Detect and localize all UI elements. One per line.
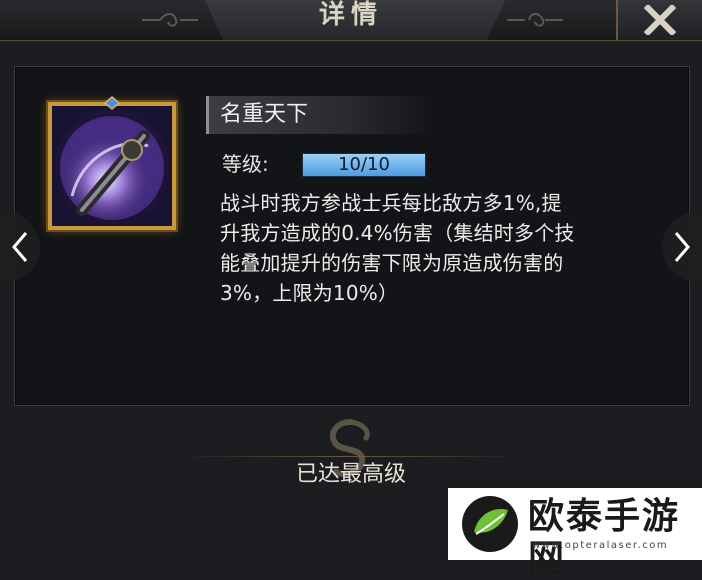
- gem-ornament-icon: [104, 96, 120, 110]
- level-label: 等级:: [222, 152, 269, 176]
- level-progress-bar: 10/10: [302, 153, 426, 177]
- close-icon[interactable]: [643, 5, 677, 35]
- watermark-url: www.opteralaser.com: [532, 540, 669, 551]
- site-watermark: 欧泰手游网 www.opteralaser.com: [448, 488, 702, 579]
- close-button[interactable]: [616, 0, 702, 40]
- skill-name: 名重天下: [220, 102, 309, 127]
- leaf-logo-icon: [462, 496, 518, 552]
- description-line: 3%，上限为10%）: [220, 281, 399, 305]
- skill-description: 战斗时我方参战士兵每比敌方多1%,提 升我方造成的0.4%伤害（集结时多个技 能…: [220, 188, 690, 308]
- description-line: 战斗时我方参战士兵每比敌方多1%,提: [220, 191, 562, 215]
- description-line: 升我方造成的0.4%伤害（集结时多个技: [220, 221, 575, 245]
- chevron-left-icon[interactable]: [10, 230, 30, 264]
- chevron-right-icon[interactable]: [672, 230, 692, 264]
- max-level-status: 已达最高级: [295, 462, 406, 487]
- page-title: 详情: [318, 0, 383, 30]
- footer-divider: [180, 456, 522, 457]
- description-line: 能叠加提升的伤害下限为原造成伤害的: [220, 251, 564, 275]
- watermark-text: 欧泰手游网: [528, 496, 681, 579]
- skill-icon-frame: [48, 102, 176, 230]
- sword-skill-icon: [60, 116, 164, 220]
- level-value: 10/10: [338, 154, 390, 175]
